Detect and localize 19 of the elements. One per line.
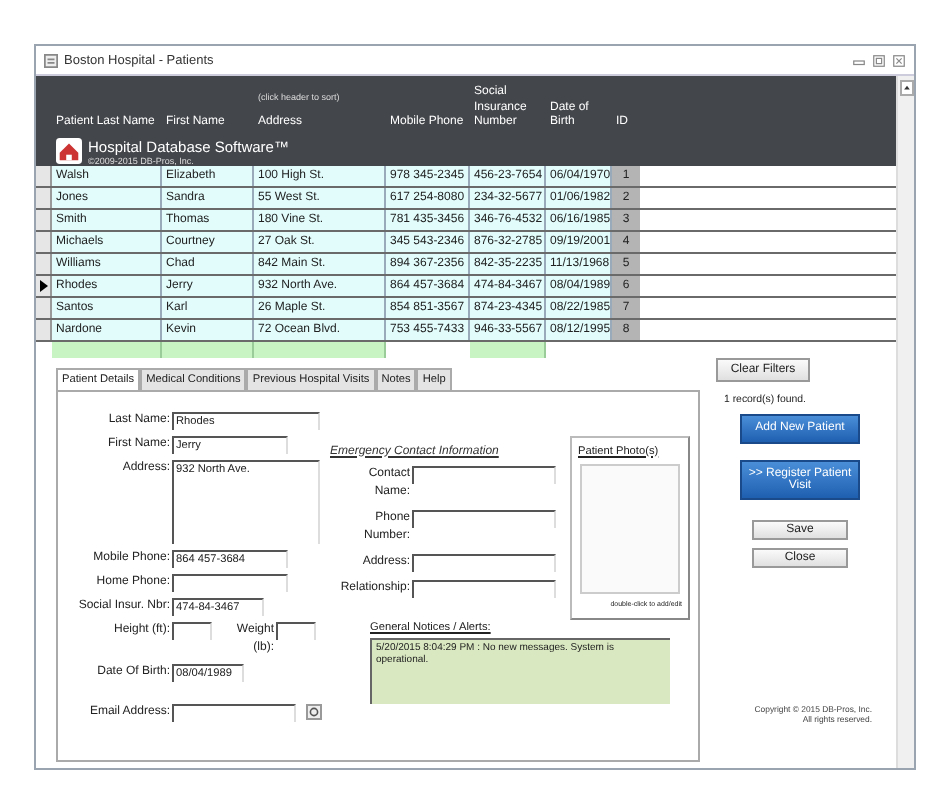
record-selector[interactable] bbox=[36, 165, 52, 185]
text-field[interactable] bbox=[172, 621, 212, 639]
text-field[interactable] bbox=[412, 553, 556, 571]
scrollbar[interactable] bbox=[896, 76, 914, 768]
text-field[interactable] bbox=[412, 579, 556, 597]
email-button[interactable] bbox=[306, 703, 322, 719]
text-field[interactable] bbox=[172, 573, 288, 591]
close-icon[interactable] bbox=[892, 53, 906, 67]
text-field[interactable] bbox=[412, 509, 556, 527]
text-field[interactable] bbox=[276, 621, 316, 639]
text-field[interactable] bbox=[172, 703, 296, 721]
house-logo-icon bbox=[56, 138, 82, 164]
current-record-icon bbox=[39, 279, 47, 291]
form-icon bbox=[44, 53, 58, 67]
photo-frame bbox=[580, 463, 680, 593]
restore-icon[interactable] bbox=[872, 53, 886, 67]
scroll-up-icon[interactable] bbox=[899, 80, 913, 96]
record-selector[interactable] bbox=[36, 275, 52, 295]
text-field[interactable] bbox=[412, 465, 556, 483]
